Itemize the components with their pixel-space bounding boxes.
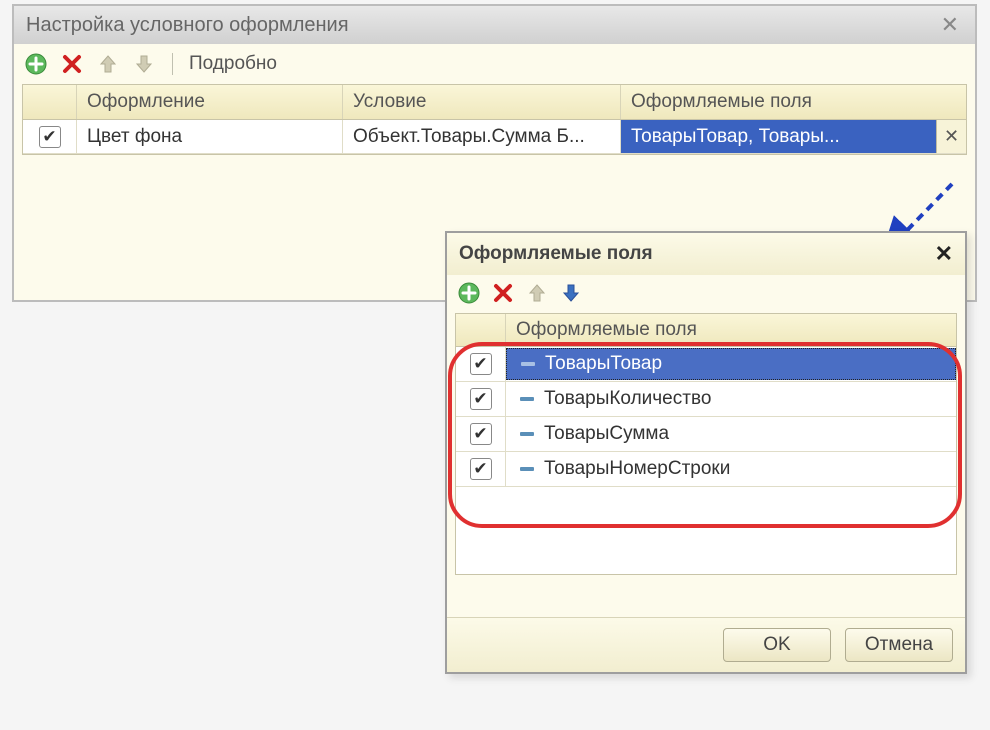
popup-title-text: Оформляемые поля	[459, 243, 653, 265]
row-check[interactable]: ✔	[456, 417, 506, 451]
field-item[interactable]: ТоварыКоличество	[506, 384, 956, 414]
header-col-fields[interactable]: Оформляемые поля	[621, 85, 966, 119]
grid-row[interactable]: ✔ Цвет фона Объект.Товары.Сумма Б... Тов…	[23, 120, 966, 154]
list-item[interactable]: ✔ ТоварыСумма	[456, 417, 956, 452]
fields-popup: Оформляемые поля ✕ Офо	[445, 231, 967, 674]
field-icon	[521, 362, 535, 366]
titlebar: Настройка условного оформления ✕	[14, 6, 975, 44]
close-icon[interactable]: ✕	[935, 241, 953, 267]
popup-header-col[interactable]: Оформляемые поля	[506, 314, 956, 346]
popup-grid-header: Оформляемые поля	[456, 314, 956, 347]
popup-toolbar	[447, 275, 965, 311]
header-col-formatting[interactable]: Оформление	[77, 85, 343, 119]
field-item-selected[interactable]: ТоварыТовар	[506, 348, 956, 380]
arrow-down-icon[interactable]	[559, 281, 583, 305]
field-item[interactable]: ТоварыНомерСтроки	[506, 454, 956, 484]
toolbar-separator	[172, 53, 173, 75]
main-grid: Оформление Условие Оформляемые поля ✔ Цв…	[22, 84, 967, 155]
row-condition-cell[interactable]: Объект.Товары.Сумма Б...	[343, 120, 621, 153]
arrow-up-icon[interactable]	[96, 52, 120, 76]
field-label: ТоварыСумма	[544, 423, 669, 445]
row-check[interactable]: ✔	[456, 347, 506, 381]
row-check[interactable]: ✔	[456, 382, 506, 416]
row-check-cell[interactable]: ✔	[23, 120, 77, 153]
field-label: ТоварыНомерСтроки	[544, 458, 730, 480]
add-icon[interactable]	[457, 281, 481, 305]
popup-footer: OK Отмена	[447, 617, 965, 672]
list-item[interactable]: ✔ ТоварыНомерСтроки	[456, 452, 956, 487]
window-title: Настройка условного оформления	[26, 14, 349, 37]
list-item[interactable]: ✔ ТоварыКоличество	[456, 382, 956, 417]
arrow-up-icon[interactable]	[525, 281, 549, 305]
delete-icon[interactable]	[491, 281, 515, 305]
field-label: ТоварыТовар	[545, 353, 662, 375]
row-check[interactable]: ✔	[456, 452, 506, 486]
fields-selected-value[interactable]: ТоварыТовар, Товары...	[621, 120, 936, 153]
list-item[interactable]: ✔ ТоварыТовар	[456, 347, 956, 382]
close-icon[interactable]: ✕	[937, 12, 963, 38]
field-label: ТоварыКоличество	[544, 388, 711, 410]
cancel-button[interactable]: Отмена	[845, 628, 953, 662]
field-icon	[520, 467, 534, 471]
checkbox-icon[interactable]: ✔	[39, 126, 61, 148]
main-toolbar: Подробно	[14, 44, 975, 84]
checkbox-icon[interactable]: ✔	[470, 388, 492, 410]
row-formatting-cell[interactable]: Цвет фона	[77, 120, 343, 153]
popup-header-check	[456, 314, 506, 346]
grid-header: Оформление Условие Оформляемые поля	[23, 85, 966, 120]
field-item[interactable]: ТоварыСумма	[506, 419, 956, 449]
header-check-col	[23, 85, 77, 119]
arrow-down-icon[interactable]	[132, 52, 156, 76]
checkbox-icon[interactable]: ✔	[470, 458, 492, 480]
detail-button[interactable]: Подробно	[189, 53, 277, 75]
field-icon	[520, 432, 534, 436]
popup-titlebar: Оформляемые поля ✕	[447, 233, 965, 275]
ok-button[interactable]: OK	[723, 628, 831, 662]
delete-icon[interactable]	[60, 52, 84, 76]
clear-icon[interactable]: ✕	[936, 120, 966, 153]
header-col-condition[interactable]: Условие	[343, 85, 621, 119]
field-icon	[520, 397, 534, 401]
row-fields-cell[interactable]: ТоварыТовар, Товары... ✕	[621, 120, 966, 153]
popup-grid: Оформляемые поля ✔ ТоварыТовар ✔ ТоварыК…	[455, 313, 957, 575]
checkbox-icon[interactable]: ✔	[470, 423, 492, 445]
add-icon[interactable]	[24, 52, 48, 76]
checkbox-icon[interactable]: ✔	[470, 353, 492, 375]
